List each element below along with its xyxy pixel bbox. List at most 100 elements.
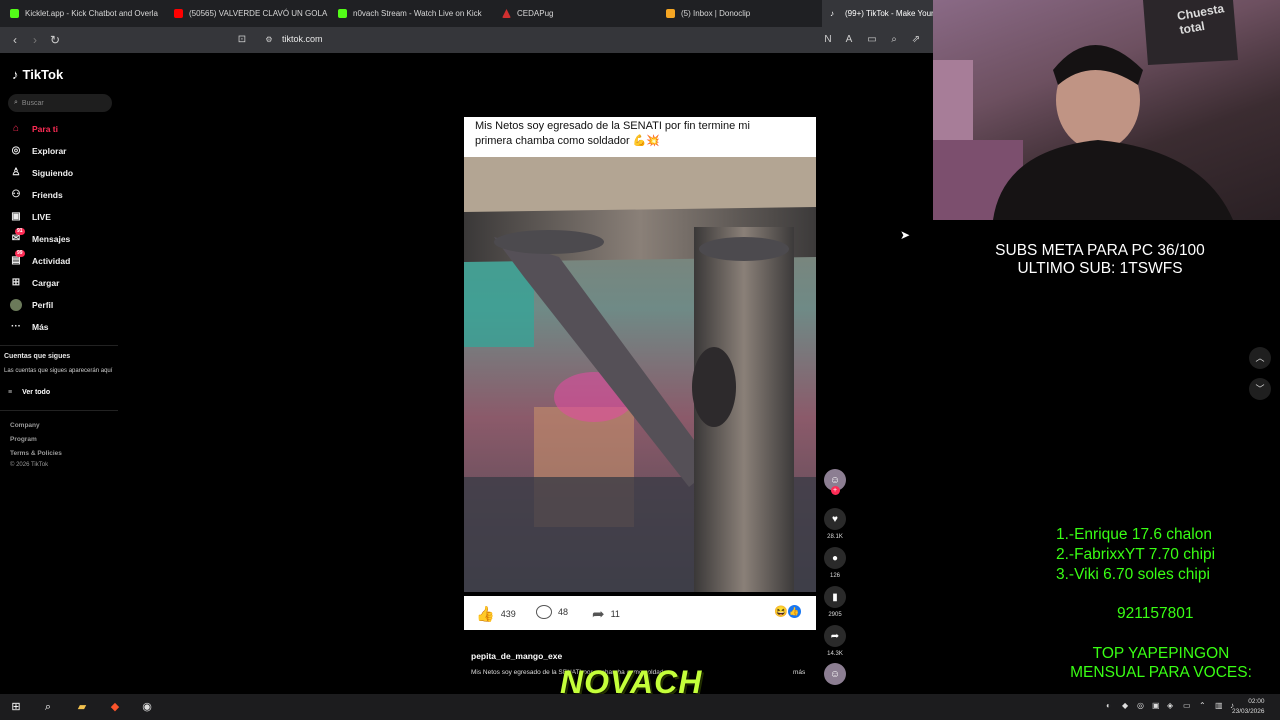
thumbs-up-icon: 👍 [476,606,495,623]
bookmark-icon[interactable]: ⊡ [235,33,249,47]
sidebar-item-mas[interactable]: ··· Más [10,318,49,336]
discord-tray-icon[interactable]: ◐ [1106,701,1111,710]
share-button[interactable]: ➦ 14.3K [824,625,846,657]
home-icon: ⌂ [12,123,20,134]
tab-cedapug[interactable]: CEDAPug [494,0,656,27]
tiktok-note-icon: ♪ [12,67,19,82]
sidebar-item-friends[interactable]: ⚇ Friends [10,186,63,204]
tiktok-logo[interactable]: ♪ TikTok [12,67,63,82]
donor-item: 3.-Viki 6.70 soles chipi [1056,566,1210,583]
sidebar-item-mensajes[interactable]: ✉ 91 Mensajes [10,228,70,248]
tab-kicklet[interactable]: Kicklet.app - Kick Chatbot and Overla [2,0,164,27]
sidebar-divider [0,345,118,346]
more-link[interactable]: más [793,669,805,676]
music-disc-button[interactable]: ☺ [824,663,846,685]
search-input[interactable]: ⌕ Buscar [8,94,112,112]
brave-browser-icon[interactable]: ◆ [106,698,124,716]
comment-button[interactable]: ● 126 [824,547,846,579]
translate-icon[interactable]: A [843,34,855,46]
share-reaction-button[interactable]: ➦ 11 [592,605,620,623]
save-button[interactable]: ▮ 2905 [824,586,846,618]
cast-icon[interactable]: ▭ [866,34,878,46]
extension-icon[interactable]: N [822,34,834,46]
scroll-down-button[interactable]: ﹀ [1249,378,1271,400]
save-count: 2905 [828,612,842,618]
post-author[interactable]: pepita_de_mango_exe [471,651,562,661]
url-text[interactable]: tiktok.com [282,34,323,44]
tray-app-icon[interactable]: ◈ [1167,701,1173,710]
system-clock[interactable]: 02:00 23/03/2026 [1232,697,1265,717]
tab-youtube[interactable]: (50565) VALVERDE CLAVÓ UN GOLA [166,0,328,27]
messages-icon: ✉ 91 [11,228,25,244]
sidebar-item-label: Perfil [32,300,54,310]
file-explorer-icon[interactable]: ▰ [73,698,91,716]
author-avatar-button[interactable]: ☺ + [824,469,846,495]
browser-tab-bar: Kicklet.app - Kick Chatbot and Overla (5… [0,0,933,27]
mouse-cursor-icon: ➤ [900,228,911,242]
tab-tiktok[interactable]: ♪ (99+) TikTok - Make Your [822,0,933,27]
sidebar-item-perfil[interactable]: Perfil [10,296,53,314]
share-count: 14.3K [827,651,843,657]
tab-label: (99+) TikTok - Make Your [845,9,933,18]
last-sub-line: ULTIMO SUB: 1TSWFS [1017,260,1183,277]
activity-badge: 99 [15,250,25,257]
tray-app-icon[interactable]: ▣ [1152,701,1160,710]
like-button[interactable]: ♥ 28.1K [824,508,846,540]
forward-icon[interactable]: › [28,33,42,47]
cedapug-favicon-icon [502,9,511,18]
tab-kick-stream[interactable]: n0vach Stream - Watch Live on Kick [330,0,492,27]
post-reaction-bar: 👍 439 48 ➦ 11 😆 👍 [464,596,816,630]
windows-taskbar: ⊞ ⌕ ▰ ◆ ◉ ◐ ◆ ◎ ▣ ◈ ▭ ⌃ ▥ ♪ [0,694,1280,720]
welding-video-frame [464,157,816,592]
tray-chevron-icon[interactable]: ⌃ [1199,701,1206,710]
windows-start-icon[interactable]: ⊞ [7,698,25,716]
reload-icon[interactable]: ↻ [48,33,62,47]
footer-company-link[interactable]: Company [10,422,40,429]
footer-program-link[interactable]: Program [10,436,37,443]
sidebar-item-actividad[interactable]: ▤ 99 Actividad [10,250,70,270]
tab-donoclip[interactable]: (5) Inbox | Donoclip [658,0,820,27]
tab-label: (50565) VALVERDE CLAVÓ UN GOLA [189,9,328,18]
obs-icon[interactable]: ◉ [138,698,156,716]
bookmark-icon: ▮ [824,586,846,608]
scroll-up-button[interactable]: ︿ [1249,347,1271,369]
share-icon[interactable]: ⇗ [910,34,922,46]
tab-label: n0vach Stream - Watch Live on Kick [353,9,482,18]
sidebar-item-label: Más [32,322,49,332]
list-icon: ≡ [8,389,13,396]
follow-plus-icon[interactable]: + [830,486,840,495]
video-player[interactable] [464,157,816,592]
sidebar-item-label: Para ti [32,124,58,134]
search-icon[interactable]: ⌕ [39,698,57,716]
see-all-link[interactable]: ≡ Ver todo [8,389,50,396]
youtube-favicon-icon [174,9,183,18]
sidebar-item-siguiendo[interactable]: ♙ Siguiendo [10,164,74,182]
following-section-title: Cuentas que sigues [4,353,71,360]
tab-label: (5) Inbox | Donoclip [681,9,751,18]
tray-app-icon[interactable]: ◆ [1122,701,1128,710]
sidebar-item-para-ti[interactable]: ⌂ Para ti [10,120,58,138]
site-info-icon[interactable]: ⚙ [262,33,276,47]
footer-terms-link[interactable]: Terms & Policies [10,450,62,457]
steam-tray-icon[interactable]: ◎ [1137,701,1144,710]
sidebar-item-explorar[interactable]: ◎ Explorar [10,142,67,160]
comment-reaction-button[interactable]: 48 [536,605,568,619]
sidebar-divider [0,410,118,411]
following-empty-text: Las cuentas que sigues aparecerán aquí [4,368,113,374]
like-count: 439 [500,609,516,619]
comment-icon: ● [824,547,846,569]
tray-app-icon[interactable]: ▭ [1183,701,1191,710]
sidebar-item-cargar[interactable]: ⊞ Cargar [10,274,60,292]
network-icon[interactable]: ▥ [1215,701,1223,710]
like-emoji-icon: 👍 [787,605,801,618]
top-monthly-text: TOP YAPEPINGON MENSUAL PARA VOCES: [1056,644,1266,682]
sidebar-item-label: Cargar [32,278,60,288]
share-icon: ➦ [824,625,846,647]
back-icon[interactable]: ‹ [8,33,22,47]
like-reaction-button[interactable]: 👍 439 [476,605,516,623]
top-line: MENSUAL PARA VOCES: [1070,664,1252,681]
footer-copyright: © 2026 TikTok [10,462,49,468]
sidebar-item-live[interactable]: ▣ LIVE [10,208,51,226]
tiktok-favicon-icon: ♪ [830,9,834,18]
zoom-icon[interactable]: ⌕ [888,34,900,46]
